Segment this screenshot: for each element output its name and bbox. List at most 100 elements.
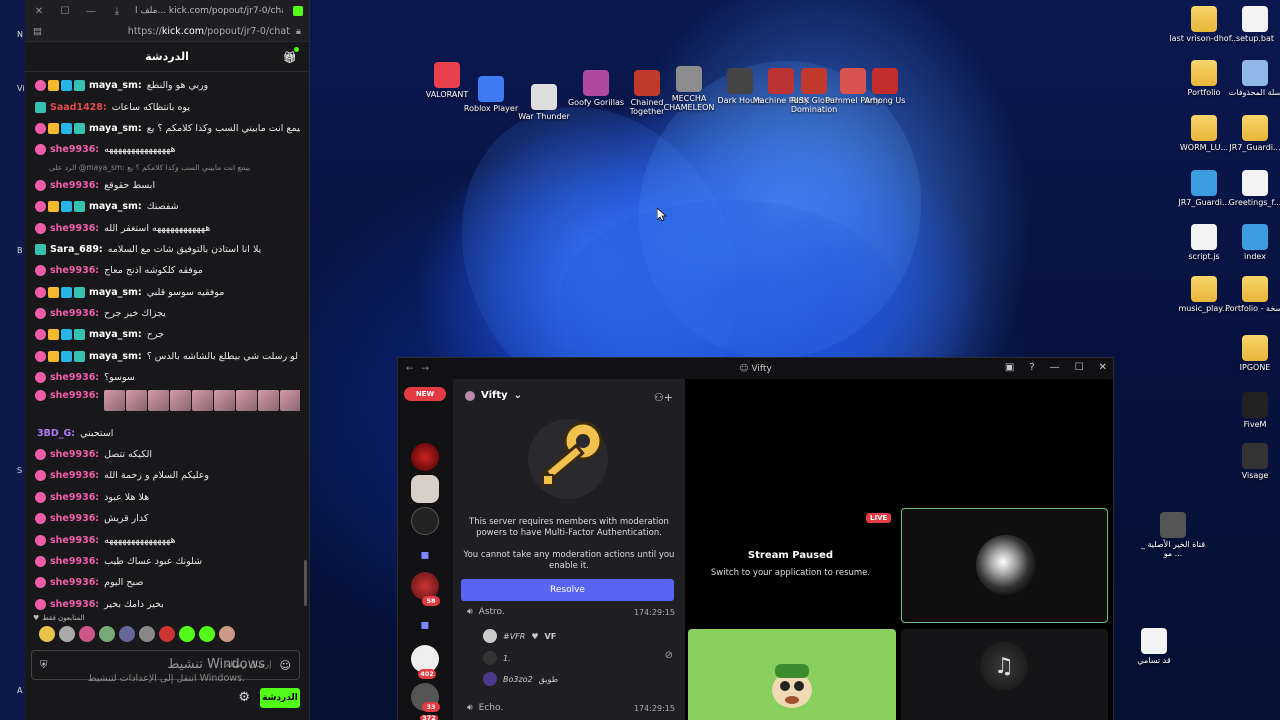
chat-scrollbar[interactable] — [304, 560, 307, 606]
gift-icon[interactable]: 🎁︎ — [283, 47, 299, 64]
chat-message[interactable]: she9936: — [35, 388, 300, 422]
gear-icon[interactable]: ⚙ — [238, 690, 250, 705]
help-icon[interactable]: ? — [1029, 362, 1034, 373]
address-bar[interactable]: ▤ https://kick.com/popout/jr7-0/chat 🔒︎ — [25, 22, 309, 42]
resolve-button[interactable]: Resolve — [461, 579, 674, 601]
chat-message[interactable]: she9936: كدار قريش — [35, 508, 300, 529]
chat-message-list[interactable]: maya_sm: وربي هو والنطع Saad1428: يوه بانتظ… — [25, 73, 308, 613]
follower-avatar[interactable] — [39, 626, 55, 642]
chat-username[interactable]: she9936: — [50, 180, 99, 191]
voice-channel-echo[interactable]: 🔊︎ Echo. 174:29:15 — [467, 703, 675, 713]
folder-icon[interactable]: ▪ — [411, 611, 439, 639]
chat-message[interactable]: she9936: الكيكه تتصل — [35, 444, 300, 465]
chat-username[interactable]: Saad1428: — [50, 102, 107, 113]
voice-user[interactable]: #VFR ♥ VF — [483, 629, 556, 643]
follower-avatar[interactable] — [139, 626, 155, 642]
chat-message[interactable]: maya_sm: موفقيه سوسو قلبي — [35, 282, 300, 303]
chat-message[interactable]: maya_sm: ييمع انت مابيني السب وكذا كلامكم… — [35, 118, 300, 139]
participant-tile[interactable]: ♫ — [901, 629, 1108, 720]
maximize-icon[interactable]: ☐ — [1075, 362, 1084, 373]
chat-username[interactable]: she9936: — [50, 372, 99, 383]
chat-username[interactable]: maya_sm: — [89, 351, 142, 362]
chat-message[interactable]: she9936: وعليكم السلام و رحمة الله — [35, 465, 300, 486]
desktop-icon[interactable]: قناة الخير الأصلية _ مو ... — [1138, 512, 1208, 558]
desktop-icon[interactable]: Visage — [1220, 443, 1280, 480]
chat-username[interactable]: she9936: — [50, 449, 99, 460]
chat-username[interactable]: she9936: — [50, 535, 99, 546]
send-chat-button[interactable]: الدردشة — [260, 688, 300, 708]
chat-message[interactable]: الرد على @maya_sm: ييمع انت مابيني السب … — [35, 161, 300, 175]
chat-username[interactable]: maya_sm: — [89, 287, 142, 298]
chat-username[interactable]: maya_sm: — [89, 329, 142, 340]
desktop-icon[interactable]: Portfolio - نسخة — [1220, 276, 1280, 313]
chat-username[interactable]: she9936: — [50, 577, 99, 588]
follower-avatar[interactable] — [179, 626, 195, 642]
chat-message[interactable]: she9936: ههههههههههههه استغفر الله — [35, 217, 300, 238]
participant-tile[interactable] — [688, 629, 896, 720]
chat-username[interactable]: she9936: — [50, 223, 99, 234]
chat-message[interactable]: maya_sm: شفصنك — [35, 196, 300, 217]
chat-message[interactable]: she9936: سوسو؟ — [35, 367, 300, 388]
chat-message[interactable]: she9936: هههههههههههههههه — [35, 139, 300, 160]
server-icon-vifty[interactable] — [411, 507, 439, 535]
follower-avatar[interactable] — [219, 626, 235, 642]
chat-message[interactable]: Saad1428: يوه بانتظاكه ساعات — [35, 96, 300, 117]
chat-username[interactable]: maya_sm: — [89, 80, 142, 91]
chat-message[interactable]: she9936: يجزاك خير جرح — [35, 303, 300, 324]
new-badge[interactable]: NEW — [404, 387, 446, 401]
maximize-icon[interactable]: ☐ — [57, 6, 73, 17]
chat-message[interactable]: she9936: هههههههههههههههه — [35, 529, 300, 550]
minimize-icon[interactable]: — — [83, 6, 99, 17]
server-icon[interactable] — [411, 443, 439, 471]
folder-icon[interactable]: ▪ — [411, 541, 439, 569]
chat-username[interactable]: she9936: — [50, 556, 99, 567]
close-icon[interactable]: ✕ — [31, 6, 47, 17]
close-icon[interactable]: ✕ — [1099, 362, 1107, 373]
mute-icon[interactable]: ⊘ — [665, 650, 673, 661]
voice-user[interactable]: Bo3zo2 طويق — [483, 672, 558, 686]
desktop-icon[interactable]: IPGONE — [1220, 335, 1280, 372]
server-name-dropdown[interactable]: Vifty ⌄ — [465, 390, 522, 401]
voice-user[interactable]: 1. — [483, 651, 511, 665]
desktop-icon[interactable]: FiveM — [1220, 392, 1280, 429]
chat-username[interactable]: she9936: — [50, 144, 99, 155]
follower-avatar[interactable] — [99, 626, 115, 642]
chat-username[interactable]: she9936: — [50, 308, 99, 319]
url-text[interactable]: https://kick.com/popout/jr7-0/chat — [48, 26, 290, 37]
chat-username[interactable]: she9936: — [50, 470, 99, 481]
chat-username[interactable]: maya_sm: — [89, 201, 142, 212]
chat-username[interactable]: 3BD_G: — [37, 428, 75, 439]
emoji-icon[interactable]: ☺ — [280, 659, 291, 672]
desktop-icon[interactable]: setup.bat — [1220, 6, 1280, 43]
desktop-icon[interactable]: قد تسامي — [1119, 628, 1189, 665]
chat-username[interactable]: she9936: — [50, 265, 99, 276]
voice-channel-astro[interactable]: 🔊︎ Astro. 174:29:15 — [467, 607, 675, 617]
chat-message[interactable]: she9936: صبح اليوم — [35, 572, 300, 593]
chat-message[interactable]: she9936: شلونك عبود عساك طيب — [35, 551, 300, 572]
chat-username[interactable]: she9936: — [50, 513, 99, 524]
desktop-icon[interactable]: index — [1220, 224, 1280, 261]
follower-avatar[interactable] — [119, 626, 135, 642]
desktop-icon[interactable]: Greetings_f... — [1220, 170, 1280, 207]
chat-message[interactable]: maya_sm: جرح — [35, 324, 300, 345]
chat-message[interactable]: 3BD_G: استحبني — [35, 422, 300, 443]
chat-message[interactable]: she9936: بخير دامك بخير — [35, 594, 300, 613]
download-icon[interactable]: ⤓ — [109, 6, 125, 17]
chat-message[interactable]: she9936: ابسط حقوقع — [35, 175, 300, 196]
follower-avatar[interactable] — [79, 626, 95, 642]
follower-avatar[interactable] — [59, 626, 75, 642]
chat-username[interactable]: she9936: — [50, 390, 99, 401]
desktop-icon[interactable]: Among Us — [850, 68, 920, 105]
chat-username[interactable]: maya_sm: — [89, 123, 142, 134]
chat-username[interactable]: she9936: — [50, 599, 99, 610]
follower-avatar[interactable] — [159, 626, 175, 642]
follower-avatar[interactable] — [199, 626, 215, 642]
minimize-icon[interactable]: — — [1050, 362, 1060, 373]
chat-message[interactable]: maya_sm: وربي هو والنطع — [35, 75, 300, 96]
chat-username[interactable]: she9936: — [50, 492, 99, 503]
participant-tile[interactable] — [901, 508, 1108, 623]
desktop-icon[interactable]: JR7_Guardi... — [1220, 115, 1280, 152]
server-icon[interactable] — [411, 475, 439, 503]
chat-username[interactable]: Sara_689: — [50, 244, 103, 255]
chat-message[interactable]: maya_sm: لو رسلت شي بيطلع بالشاشه بالدس ؟ — [35, 346, 300, 367]
